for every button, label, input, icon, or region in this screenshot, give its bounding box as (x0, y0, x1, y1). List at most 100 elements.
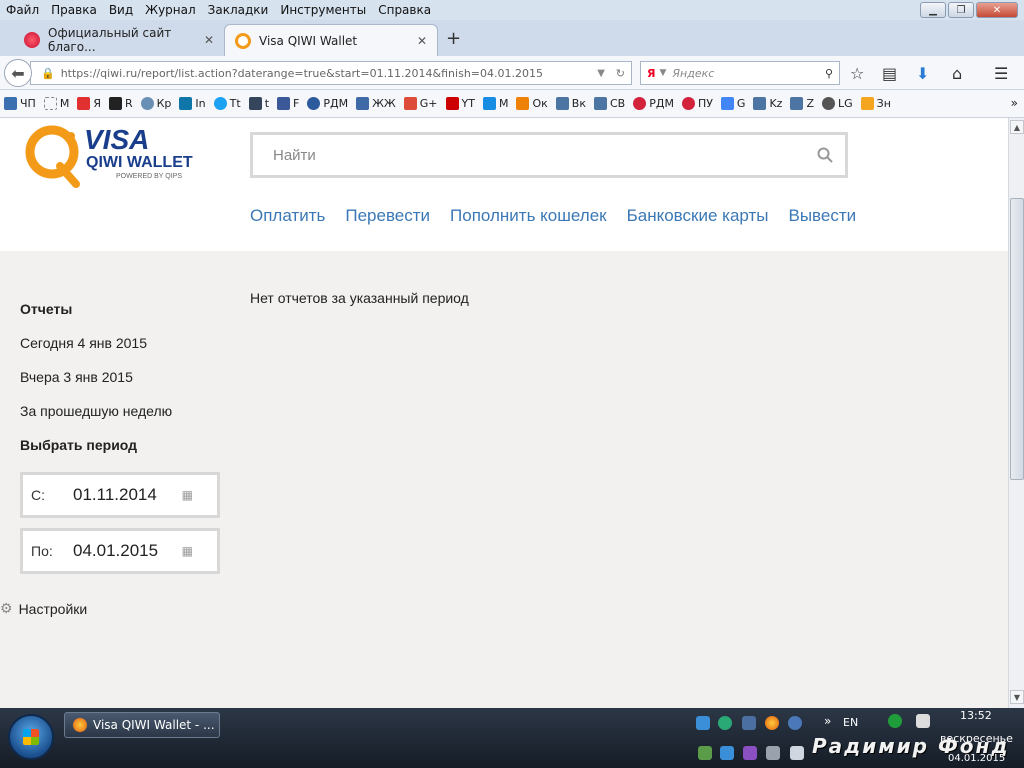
filter-last-week[interactable]: За прошедшую неделю (20, 400, 172, 434)
bookmark-item[interactable]: Kz (753, 97, 782, 110)
tumblr-icon (248, 97, 262, 110)
menu-help[interactable]: Справка (378, 3, 431, 17)
heart-icon (681, 97, 695, 110)
bookmark-item[interactable]: G (720, 97, 745, 110)
back-button[interactable]: ⬅ (4, 59, 32, 87)
tab-bar: Официальный сайт благо... ✕ Visa QIWI Wa… (0, 20, 1024, 56)
bookmark-item[interactable]: Я (77, 97, 101, 110)
scroll-down-arrow[interactable]: ▼ (1010, 690, 1024, 704)
scroll-thumb[interactable] (1010, 198, 1024, 480)
search-bar[interactable]: Я ▼ Яндекс ⚲ (640, 61, 840, 85)
more-bookmarks-icon[interactable]: » (1011, 96, 1018, 110)
nav-bank-cards[interactable]: Банковские карты (627, 206, 769, 226)
bookmark-item[interactable]: Ок (516, 97, 548, 110)
bookmark-item[interactable]: Tt (213, 97, 241, 110)
bookmark-item[interactable]: ЖЖ (356, 97, 396, 110)
star-icon[interactable]: ☆ (850, 64, 864, 83)
start-button[interactable] (8, 714, 54, 760)
menu-history[interactable]: Журнал (145, 3, 196, 17)
site-search-input[interactable]: Найти (250, 132, 848, 178)
close-tab-icon[interactable]: ✕ (204, 33, 214, 47)
tray-app-icon[interactable] (766, 746, 780, 760)
tray-monitor-icon[interactable] (742, 716, 756, 730)
bookmark-item[interactable]: Кр (140, 97, 171, 110)
new-tab-button[interactable]: + (446, 28, 461, 49)
tray-app-icon[interactable] (696, 716, 710, 730)
menu-view[interactable]: Вид (109, 3, 133, 17)
menu-edit[interactable]: Правка (51, 3, 97, 17)
filter-today[interactable]: Сегодня 4 янв 2015 (20, 332, 172, 366)
bookmark-item[interactable]: In (179, 97, 206, 110)
menu-file[interactable]: Файл (6, 3, 39, 17)
tray-app-icon[interactable] (743, 746, 757, 760)
bookmark-item[interactable]: R (108, 97, 133, 110)
search-icon[interactable] (817, 147, 833, 163)
choose-period-title: Выбрать период (20, 437, 138, 453)
tray-app-icon[interactable] (788, 716, 802, 730)
bookmark-item[interactable]: Вк (555, 97, 586, 110)
search-icon[interactable]: ⚲ (825, 67, 833, 80)
logo-visa-text: VISA (84, 124, 150, 155)
bookmark-item[interactable]: G+ (403, 97, 438, 110)
bookmark-item[interactable]: t (248, 97, 269, 110)
menu-bar: Файл Правка Вид Журнал Закладки Инструме… (0, 0, 1024, 20)
bookmark-icon (4, 97, 17, 110)
reports-sidebar: Отчеты Сегодня 4 янв 2015 Вчера 3 янв 20… (20, 298, 172, 468)
navigation-bar: 🔒 https://qiwi.ru/report/list.action?dat… (0, 56, 1024, 90)
minimize-button[interactable]: ▁ (920, 2, 946, 18)
nav-topup[interactable]: Пополнить кошелек (450, 206, 607, 226)
calendar-icon[interactable]: ▦ (182, 488, 193, 502)
reading-list-icon[interactable]: ▤ (882, 64, 897, 83)
tray-app-icon[interactable] (720, 746, 734, 760)
bookmark-item[interactable]: М (482, 97, 508, 110)
nav-withdraw[interactable]: Вывести (788, 206, 856, 226)
bookmark-item[interactable]: ЧП (4, 97, 36, 110)
page-scrollbar[interactable]: ▲ ▼ (1008, 118, 1024, 708)
nav-transfer[interactable]: Перевести (345, 206, 430, 226)
language-indicator[interactable]: EN (843, 716, 858, 729)
scroll-up-arrow[interactable]: ▲ (1010, 120, 1024, 134)
tray-device-icon[interactable] (916, 714, 930, 728)
tray-expand-icon[interactable]: » (824, 714, 831, 728)
download-icon[interactable]: ⬇ (916, 64, 929, 83)
nav-pay[interactable]: Оплатить (250, 206, 325, 226)
bookmark-item[interactable]: YT (445, 97, 475, 110)
menu-tools[interactable]: Инструменты (280, 3, 366, 17)
bookmark-item[interactable]: LG (822, 97, 853, 110)
bookmark-item[interactable]: ПУ (681, 97, 713, 110)
tray-app-icon[interactable] (790, 746, 804, 760)
tray-app-icon[interactable] (698, 746, 712, 760)
user-icon (822, 97, 835, 110)
filter-yesterday[interactable]: Вчера 3 янв 2015 (20, 366, 172, 400)
bookmark-item[interactable]: М (43, 97, 69, 110)
bookmark-item[interactable]: РДМ (307, 97, 348, 110)
close-window-button[interactable]: ✕ (976, 2, 1018, 18)
tab-official-site[interactable]: Официальный сайт благо... ✕ (14, 24, 224, 56)
bookmark-item[interactable]: F (277, 97, 299, 110)
restore-button[interactable]: ❐ (948, 2, 974, 18)
settings-link[interactable]: ⚙ Настройки (0, 600, 87, 617)
bookmark-item[interactable]: СВ (593, 97, 625, 110)
close-tab-icon[interactable]: ✕ (417, 34, 427, 48)
history-dropdown-icon[interactable]: ▼ (597, 68, 605, 79)
qiwi-logo[interactable]: VISA QIWI WALLET POWERED BY QIPS (24, 122, 200, 188)
menu-icon[interactable]: ☰ (994, 64, 1008, 83)
tray-utorrent-icon[interactable] (888, 714, 902, 728)
date-from-field[interactable]: С: 01.11.2014 ▦ (20, 472, 220, 518)
clock-time[interactable]: 13:52 (960, 709, 992, 722)
calendar-icon[interactable]: ▦ (182, 544, 193, 558)
reload-icon[interactable]: ↻ (616, 67, 625, 80)
bookmark-item[interactable]: Z (790, 97, 814, 110)
taskbar-window-firefox[interactable]: Visa QIWI Wallet - ... (64, 712, 220, 738)
home-icon[interactable]: ⌂ (952, 64, 962, 83)
url-bar[interactable]: 🔒 https://qiwi.ru/report/list.action?dat… (30, 61, 632, 85)
bookmark-item[interactable]: РДМ (633, 97, 674, 110)
tab-qiwi-wallet[interactable]: Visa QIWI Wallet ✕ (224, 24, 438, 56)
yandex-icon[interactable]: Я (647, 67, 655, 80)
menu-bookmarks[interactable]: Закладки (208, 3, 269, 17)
engine-dropdown-icon[interactable]: ▼ (659, 68, 666, 78)
date-to-field[interactable]: По: 04.01.2015 ▦ (20, 528, 220, 574)
tray-network-icon[interactable] (718, 716, 732, 730)
bookmark-item[interactable]: Зн (860, 97, 891, 110)
tray-firefox-icon[interactable] (765, 716, 779, 730)
